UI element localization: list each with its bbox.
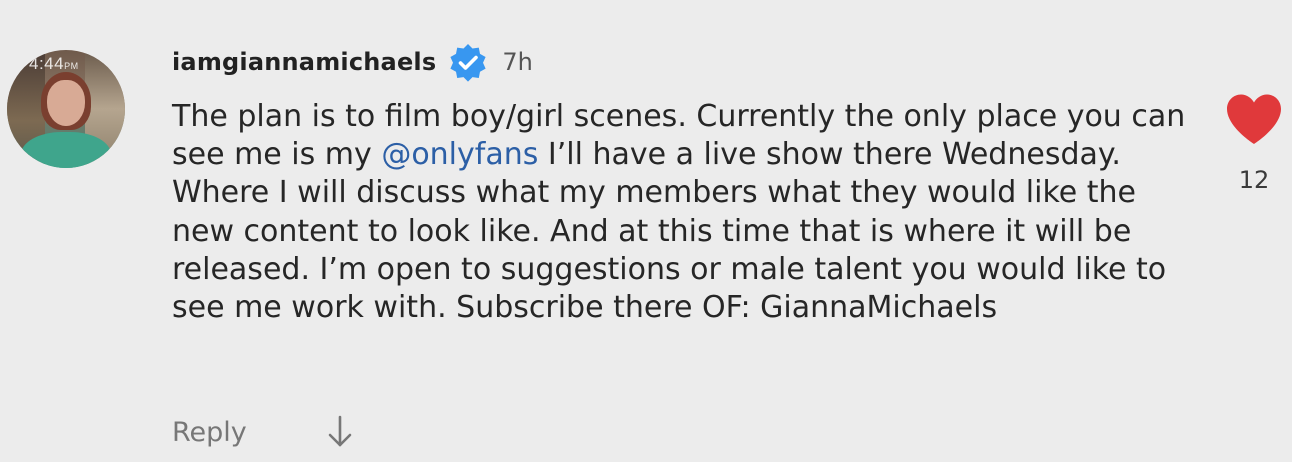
like-area: 12	[1222, 92, 1286, 194]
avatar-shirt	[21, 132, 111, 168]
heart-icon[interactable]	[1224, 92, 1284, 146]
avatar-face	[47, 80, 85, 126]
comment-timestamp: 7h	[502, 48, 533, 76]
comment-text: The plan is to film boy/girl scenes. Cur…	[172, 98, 1192, 327]
verified-badge-icon	[450, 44, 486, 82]
like-count: 12	[1238, 166, 1270, 194]
mention-link[interactable]: @onlyfans	[381, 137, 538, 172]
overlay-period: PM	[64, 61, 79, 71]
reply-button[interactable]: Reply	[172, 417, 247, 448]
arrow-down-icon[interactable]	[325, 412, 355, 452]
username[interactable]: iamgiannamichaels	[172, 48, 436, 76]
video-time-overlay: 4:44PM	[29, 54, 79, 74]
comment-footer: Reply	[172, 412, 355, 452]
overlay-time: 4:44	[29, 54, 65, 73]
comment: 4:44PM iamgiannamichaels 7h The plan is …	[0, 0, 1292, 462]
avatar[interactable]: 4:44PM	[7, 50, 125, 168]
comment-header: iamgiannamichaels 7h	[172, 40, 533, 84]
